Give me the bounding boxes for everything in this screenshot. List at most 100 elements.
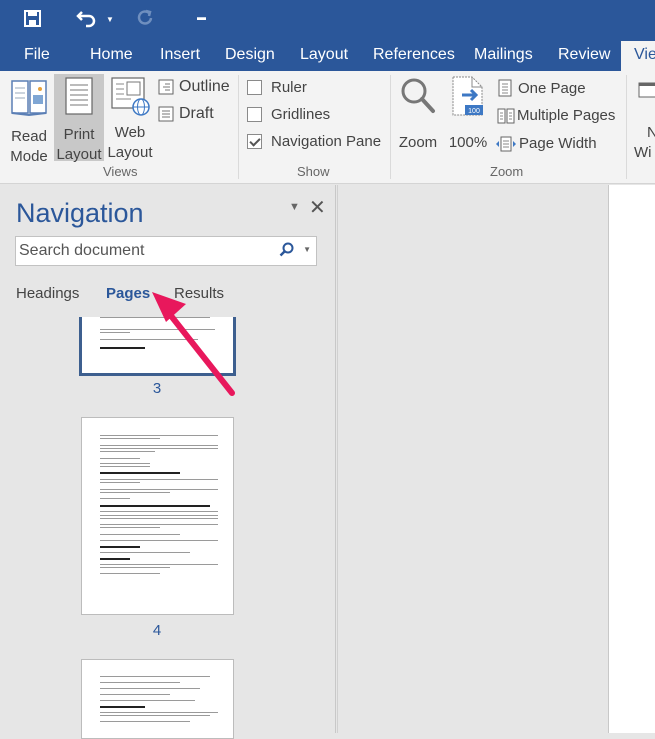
thumb-line [100, 573, 160, 574]
thumb-line [100, 715, 210, 716]
thumb-line [100, 498, 130, 499]
read-mode-label-2: Mode [10, 148, 48, 165]
one-page-button[interactable]: One Page [497, 79, 586, 97]
thumb-line [100, 524, 218, 525]
thumb-line [100, 451, 155, 452]
tab-headings[interactable]: Headings [16, 285, 79, 302]
page-width-label: Page Width [519, 135, 597, 152]
thumb-line [100, 466, 150, 467]
save-icon[interactable] [24, 10, 41, 32]
ruler-checkbox[interactable]: Ruler [247, 79, 307, 96]
outline-button[interactable]: Outline [158, 78, 230, 96]
multiple-pages-icon [497, 108, 515, 123]
group-separator [390, 75, 391, 179]
page-number-4: 4 [152, 622, 162, 639]
tab-review[interactable]: Review [558, 46, 610, 64]
one-page-label: One Page [518, 79, 586, 97]
read-mode-icon [11, 80, 47, 117]
thumb-line [100, 694, 170, 695]
thumb-heading-line [100, 505, 210, 507]
page-thumbnail-4[interactable] [81, 417, 234, 615]
zoom-button[interactable]: Zoom [396, 75, 440, 153]
new-window-label-1: N [647, 124, 655, 141]
zoom-100-button[interactable]: 100 100% [448, 75, 488, 153]
multiple-pages-button[interactable]: Multiple Pages [497, 107, 615, 124]
tab-mailings[interactable]: Mailings [474, 46, 533, 64]
print-layout-button[interactable]: Print Layout [54, 74, 104, 163]
gridlines-label: Gridlines [271, 106, 331, 123]
zoom-100-badge: 100 [468, 108, 480, 115]
tab-view[interactable]: Vie [621, 41, 655, 71]
thumb-line [100, 721, 190, 722]
outline-label: Outline [179, 78, 230, 95]
zoom-group-label: Zoom [490, 164, 524, 179]
search-input[interactable]: Search document ▼ [15, 236, 317, 266]
thumb-line [100, 518, 218, 519]
web-layout-button[interactable]: Web Layout [106, 75, 154, 163]
zoom-label: Zoom [398, 134, 438, 151]
search-placeholder: Search document [19, 242, 145, 259]
group-separator [238, 75, 239, 179]
tab-design[interactable]: Design [225, 46, 275, 64]
print-layout-label-1: Print [63, 126, 95, 143]
draft-button[interactable]: Draft [158, 105, 214, 123]
arrow-shaft [165, 309, 235, 396]
tab-file[interactable]: File [24, 46, 50, 64]
thumb-line [100, 482, 140, 483]
navigation-pane-check-box[interactable] [247, 134, 262, 149]
tab-home[interactable]: Home [90, 46, 133, 64]
ruler-label: Ruler [271, 79, 307, 96]
thumb-line [100, 332, 130, 333]
thumb-line [100, 489, 218, 490]
thumb-heading-line [100, 546, 140, 548]
gridlines-check-box[interactable] [247, 107, 262, 122]
navigation-pane: Navigation ▼ ✕ Search document ▼ Heading… [0, 185, 336, 739]
tab-insert[interactable]: Insert [160, 46, 200, 64]
navigation-title: Navigation [16, 198, 144, 228]
navigation-pane-label: Navigation Pane [271, 133, 382, 150]
thumb-line [100, 527, 160, 528]
close-icon[interactable]: ✕ [309, 195, 326, 220]
customize-qat-icon[interactable]: ▬ [197, 12, 206, 22]
ribbon-view: Read Mode Print Layout Web Layout Outlin… [0, 71, 655, 184]
zoom-100-icon: 100 [452, 76, 483, 116]
print-layout-label-2: Layout [56, 146, 102, 163]
thumb-line [100, 435, 218, 436]
print-layout-icon [65, 77, 93, 115]
navigation-pane-checkbox[interactable]: Navigation Pane [247, 133, 381, 150]
undo-dropdown-icon[interactable]: ▼ [106, 15, 114, 24]
ribbon-tabs: File Home Insert Design Layout Reference… [0, 38, 655, 71]
arrow-head [152, 292, 186, 322]
web-layout-label-1: Web [114, 124, 146, 141]
one-page-icon [498, 79, 512, 97]
read-mode-button[interactable]: Read Mode [6, 75, 52, 167]
page-thumbnail-5[interactable] [81, 659, 234, 739]
web-layout-icon [111, 77, 150, 116]
new-window-button[interactable]: N Wi [634, 75, 655, 163]
quick-access-toolbar: ▼ ▬ [0, 0, 655, 38]
group-separator [626, 75, 627, 179]
ruler-check-box[interactable] [247, 80, 262, 95]
gridlines-checkbox[interactable]: Gridlines [247, 106, 330, 123]
views-group-label: Views [103, 164, 138, 179]
thumb-heading-line [100, 472, 180, 474]
page-width-button[interactable]: Page Width [495, 135, 597, 152]
zoom-magnifier-icon [401, 78, 435, 113]
thumb-line [100, 515, 218, 516]
pane-options-icon[interactable]: ▼ [289, 201, 300, 213]
thumb-line [100, 511, 218, 512]
search-icon[interactable] [279, 242, 294, 262]
page-width-icon [496, 136, 516, 151]
tab-layout[interactable]: Layout [300, 46, 348, 64]
thumb-heading-line [100, 706, 145, 708]
tab-references[interactable]: References [373, 46, 455, 64]
thumb-line [100, 540, 218, 541]
thumb-line [100, 712, 218, 713]
draft-icon [158, 106, 174, 122]
thumb-line [100, 438, 160, 439]
search-dropdown-icon[interactable]: ▼ [303, 245, 311, 254]
thumb-line [100, 564, 218, 565]
undo-icon[interactable] [76, 8, 98, 33]
document-page[interactable] [608, 185, 655, 733]
redo-icon [136, 9, 154, 32]
